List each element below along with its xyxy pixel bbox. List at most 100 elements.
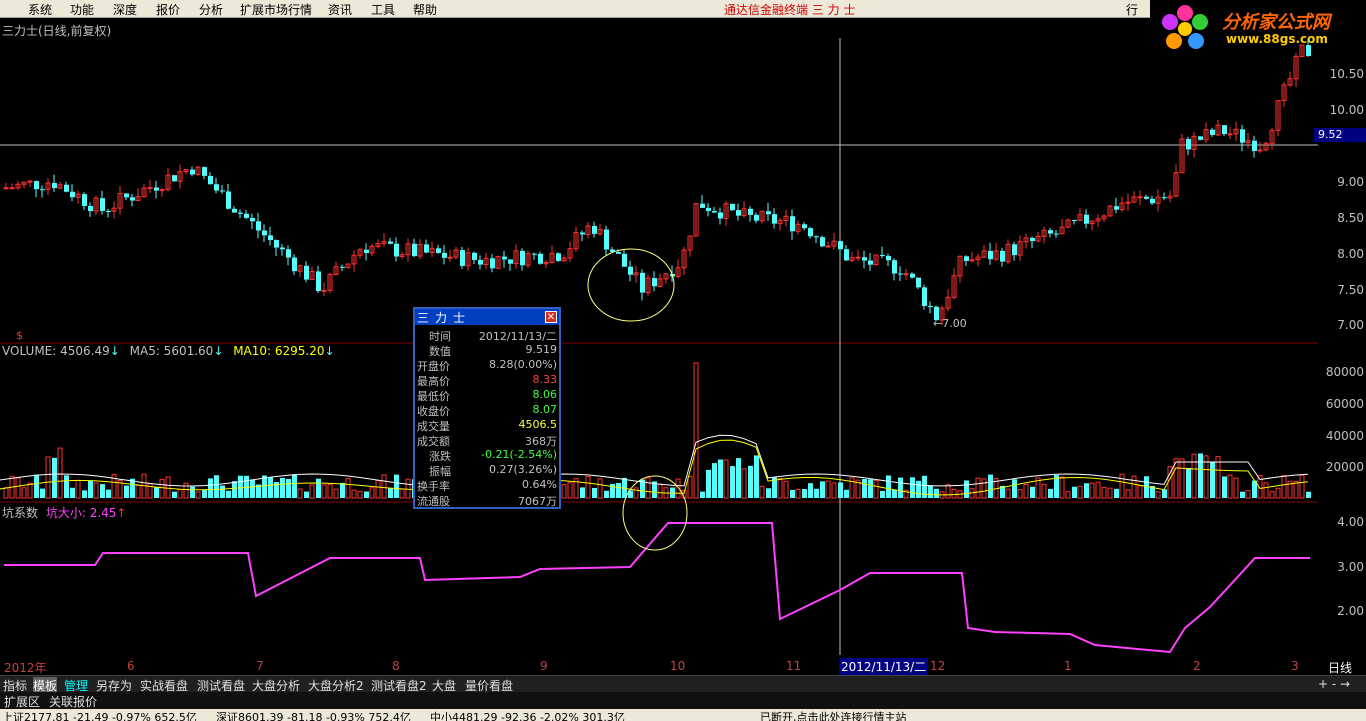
popup-row-label: 成交额 — [417, 435, 450, 448]
volume-bar-up — [177, 488, 183, 499]
candle-down — [730, 203, 735, 211]
volume-bar-up — [1137, 485, 1143, 499]
volume-bar-down — [280, 477, 285, 498]
candle-down — [106, 210, 111, 212]
volume-bar-up — [183, 482, 189, 499]
volume-value: VOLUME: 4506.49 — [2, 344, 110, 358]
period-label[interactable]: 日线 — [1328, 659, 1352, 676]
shenzhen-index[interactable]: 深证8601.39 -81.18 -0.93% 752.4亿 — [216, 709, 411, 721]
volume-bar-down — [262, 475, 267, 498]
candle-down — [442, 252, 447, 258]
candle-down — [412, 243, 417, 257]
popup-row: 涨跌 -0.21(-2.54%) — [415, 448, 559, 463]
volume-bar-down — [124, 485, 129, 498]
price-axis-label: 9.00 — [1337, 175, 1364, 189]
popup-row-label: 最高价 — [417, 375, 450, 388]
volume-bar-down — [1048, 488, 1053, 498]
volume-bar-down — [1198, 453, 1203, 498]
candle-down — [910, 273, 915, 278]
volume-bar-up — [1041, 483, 1047, 499]
volume-bar-down — [1186, 467, 1191, 498]
volume-bar-down — [340, 482, 345, 498]
volume-bar-down — [868, 479, 873, 498]
volume-bar-up — [321, 484, 327, 499]
x-axis-label: 9 — [540, 659, 548, 673]
popup-row-value: 8.07 — [532, 403, 558, 416]
candle-down — [286, 249, 291, 258]
candle-down — [208, 175, 213, 185]
volume-bar-down — [712, 463, 717, 498]
candle-up — [1227, 133, 1233, 136]
candle-down — [862, 257, 867, 261]
tab-related-quotes[interactable]: 关联报价 — [49, 693, 97, 710]
candle-down — [238, 212, 243, 214]
candle-down — [1012, 244, 1017, 256]
volume-bar-down — [892, 489, 897, 498]
volume-bar-down — [394, 474, 399, 498]
candle-down — [340, 266, 345, 268]
volume-bar-down — [202, 490, 207, 498]
popup-row: 开盘价 8.28(0.00%) — [415, 358, 559, 373]
candle-down — [124, 193, 129, 198]
quote-info-popup[interactable]: 三力士 ✕ 时间 2012/11/13/二 数值 9.519 开盘价 8.28(0.00%… — [413, 307, 561, 509]
popup-row-value: -0.21(-2.54%) — [481, 448, 557, 461]
volume-bar-up — [57, 447, 63, 499]
candle-down — [928, 305, 933, 307]
volume-bar-up — [981, 478, 987, 499]
x-axis-label: 2 — [1193, 659, 1201, 673]
candle-up — [855, 256, 861, 259]
tab-extension-area[interactable]: 扩展区 — [4, 693, 40, 710]
candle-down — [616, 251, 621, 254]
candle-down — [748, 208, 753, 215]
kline-chart[interactable]: $ — [0, 0, 1318, 655]
candle-down — [538, 253, 543, 264]
candle-down — [844, 249, 849, 261]
volume-bar-up — [93, 482, 99, 499]
popup-row: 收盘价 8.07 — [415, 403, 559, 418]
candle-down — [1306, 45, 1311, 56]
candle-up — [3, 187, 9, 190]
popup-row-value: 0.64% — [522, 478, 557, 491]
candle-down — [622, 253, 627, 267]
volume-bar-down — [886, 475, 891, 498]
candle-down — [1210, 129, 1215, 135]
popup-title: 三力士 — [415, 309, 559, 325]
volume-bar-up — [1065, 491, 1071, 499]
popup-row-value: 8.33 — [532, 373, 558, 386]
candle-down — [232, 208, 237, 213]
candle-down — [460, 250, 465, 266]
volume-bar-down — [814, 488, 819, 498]
close-icon[interactable]: ✕ — [545, 311, 557, 323]
candle-down — [712, 211, 717, 213]
volume-bar-up — [1215, 455, 1221, 499]
volume-bar-up — [1191, 453, 1197, 499]
volume-bar-up — [1233, 477, 1239, 499]
candle-up — [825, 245, 831, 248]
volume-bar-down — [928, 485, 933, 498]
volume-bar-up — [297, 488, 303, 499]
volume-bar-down — [220, 485, 225, 498]
sme-index[interactable]: 中小4481.29 -92.36 -2.02% 301.3亿 — [430, 709, 625, 721]
annotation-circle — [587, 248, 675, 322]
volume-bar-down — [88, 480, 93, 498]
tab-controls[interactable]: + - → — [1318, 677, 1350, 691]
candle-down — [1252, 140, 1257, 152]
connection-message[interactable]: 已断开,点击此处连接行情主站 — [760, 709, 907, 721]
volume-bar-down — [154, 487, 159, 498]
volume-bar-up — [759, 485, 765, 499]
candle-down — [988, 250, 993, 260]
candle-up — [9, 187, 15, 190]
volume-bar-up — [1263, 482, 1269, 499]
volume-ma5-line — [0, 434, 1309, 487]
candle-down — [1054, 233, 1059, 235]
volume-bar-up — [1293, 481, 1299, 499]
shanghai-index[interactable]: 上证2177.81 -21.49 -0.97% 652.5亿 — [2, 709, 197, 721]
popup-row-label: 数值 — [429, 345, 451, 358]
volume-bar-down — [1012, 479, 1017, 498]
volume-bar-down — [880, 490, 885, 498]
candle-down — [244, 213, 249, 218]
candle-down — [1114, 206, 1119, 210]
volume-bar-up — [399, 488, 405, 499]
volume-bar-up — [825, 480, 831, 499]
volume-bar-down — [214, 475, 219, 498]
